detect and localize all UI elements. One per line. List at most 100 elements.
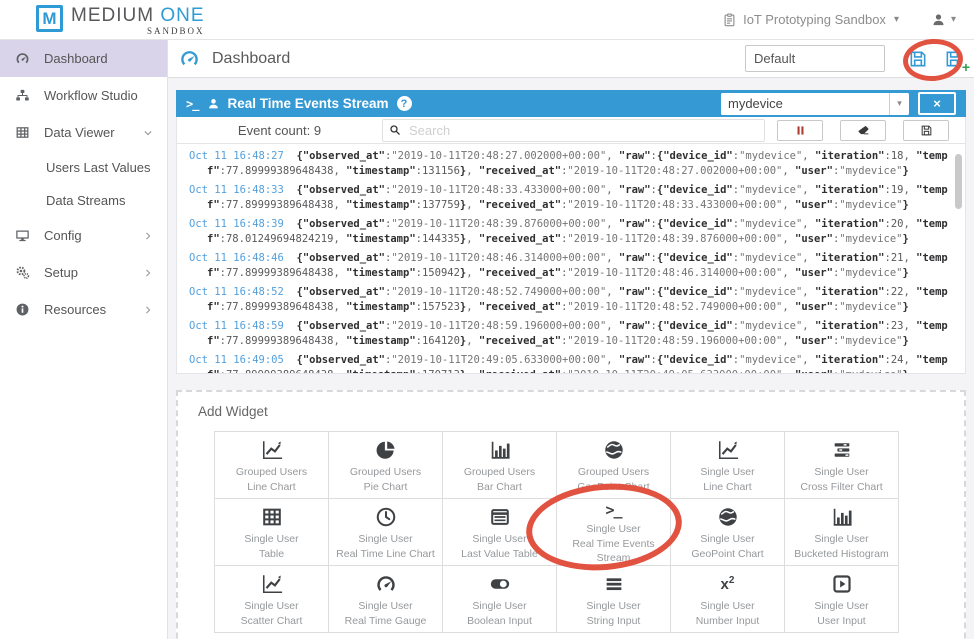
brand-primary: MEDIUM — [71, 5, 154, 26]
events-stream-widget: >_ Real Time Events Stream ? ▾ × Event c… — [176, 90, 966, 374]
widget-option-sublabel: Real Time Gauge — [345, 614, 427, 628]
events-log: Oct 11 16:48:27 {"observed_at":"2019-10-… — [176, 144, 966, 374]
widget-option-label: Single User — [472, 532, 526, 546]
widget-option-single-user-boolean-input[interactable]: Single UserBoolean Input — [443, 566, 557, 633]
sidebar-item-label: Dashboard — [44, 51, 108, 66]
log-list: Oct 11 16:48:27 {"observed_at":"2019-10-… — [183, 149, 951, 374]
widget-title: Real Time Events Stream — [227, 96, 388, 111]
plus-icon: + — [962, 61, 970, 73]
widget-option-single-user-real-time-events-stream[interactable]: >_Single UserReal Time Events Stream — [557, 499, 671, 566]
pause-button[interactable] — [777, 120, 823, 141]
log-entry: Oct 11 16:48:52 {"observed_at":"2019-10-… — [183, 285, 951, 314]
floppy-icon — [908, 49, 928, 69]
sidebar-item-workflow-studio[interactable]: Workflow Studio — [0, 77, 167, 114]
search-input[interactable] — [382, 119, 765, 142]
widget-option-grouped-users-pie-chart[interactable]: Grouped UsersPie Chart — [329, 432, 443, 499]
caret-down-icon[interactable]: ▾ — [894, 14, 899, 25]
geopoint-chart-icon — [715, 505, 741, 529]
event-count-value: 9 — [314, 123, 321, 138]
widget-option-label: Single User — [586, 599, 640, 613]
cross-filter-icon — [829, 438, 855, 462]
device-select[interactable] — [721, 93, 889, 115]
sidebar-item-label: Users Last Values — [46, 160, 151, 175]
widget-option-grouped-users-line-chart[interactable]: Grouped UsersLine Chart — [215, 432, 329, 499]
sidebar-item-config[interactable]: Config — [0, 217, 167, 254]
sidebar-item-data-viewer[interactable]: Data Viewer — [0, 114, 167, 151]
widget-option-sublabel: Real Time Line Chart — [336, 547, 435, 561]
histogram-icon — [829, 505, 855, 529]
widget-option-grouped-users-geopoint-chart[interactable]: Grouped UsersGeoPoint Chart — [557, 432, 671, 499]
workflow-icon — [14, 88, 31, 103]
widget-option-single-user-geopoint-chart[interactable]: Single UserGeoPoint Chart — [671, 499, 785, 566]
add-widget-title: Add Widget — [198, 404, 964, 419]
caret-down-icon: ▾ — [951, 14, 956, 25]
user-menu[interactable]: ▾ — [931, 12, 956, 27]
widget-option-label: Single User — [244, 599, 298, 613]
log-entry: Oct 11 16:48:46 {"observed_at":"2019-10-… — [183, 251, 951, 280]
widget-option-sublabel: Bar Chart — [477, 480, 522, 494]
string-input-icon — [601, 572, 627, 596]
widget-option-label: Single User — [358, 599, 412, 613]
sidebar-item-users-last-values[interactable]: Users Last Values — [0, 151, 167, 184]
terminal-icon: >_ — [186, 97, 198, 111]
chevron-right-icon — [143, 305, 153, 315]
widget-option-single-user-real-time-gauge[interactable]: Single UserReal Time Gauge — [329, 566, 443, 633]
widget-option-label: Grouped Users — [236, 465, 307, 479]
sidebar: Dashboard Workflow StudioData Viewer Users… — [0, 40, 168, 639]
sidebar-item-resources[interactable]: Resources — [0, 291, 167, 328]
scrollbar-thumb[interactable] — [955, 154, 962, 209]
table-icon — [14, 125, 31, 140]
save-dashboard-button[interactable] — [908, 49, 928, 69]
widget-option-label: Single User — [700, 465, 754, 479]
brand-sub: SANDBOX — [71, 26, 205, 36]
dropdown-caret-icon[interactable]: ▾ — [889, 93, 909, 115]
sidebar-item-label: Config — [44, 228, 82, 243]
pie-chart-icon — [373, 438, 399, 462]
event-count: Event count: 9 — [177, 123, 382, 138]
number-input-icon: x2 — [721, 572, 735, 596]
close-widget-button[interactable]: × — [918, 92, 956, 115]
clear-button[interactable] — [840, 120, 886, 141]
monitor-icon — [14, 228, 31, 243]
widget-option-single-user-cross-filter-chart[interactable]: Single UserCross Filter Chart — [785, 432, 899, 499]
geopoint-chart-icon — [601, 438, 627, 462]
widget-option-sublabel: Table — [259, 547, 284, 561]
widget-option-label: Single User — [358, 532, 412, 546]
widget-grid: Grouped UsersLine ChartGrouped UsersPie … — [214, 431, 899, 633]
widget-option-label: Grouped Users — [464, 465, 535, 479]
main-content: Dashboard + >_ Real Time Events Stream ?… — [168, 40, 974, 639]
widget-option-single-user-real-time-line-chart[interactable]: Single UserReal Time Line Chart — [329, 499, 443, 566]
log-entry: Oct 11 16:48:39 {"observed_at":"2019-10-… — [183, 217, 951, 246]
grid-table-icon — [259, 505, 285, 529]
widget-option-single-user-string-input[interactable]: Single UserString Input — [557, 566, 671, 633]
export-button[interactable] — [903, 120, 949, 141]
log-entry: Oct 11 16:48:27 {"observed_at":"2019-10-… — [183, 149, 951, 178]
help-icon[interactable]: ? — [397, 96, 412, 111]
sidebar-item-data-streams[interactable]: Data Streams — [0, 184, 167, 217]
widget-option-single-user-bucketed-histogram[interactable]: Single UserBucketed Histogram — [785, 499, 899, 566]
chevron-down-icon — [143, 128, 153, 138]
gears-icon — [14, 265, 31, 280]
widget-option-sublabel: String Input — [587, 614, 641, 628]
widget-option-single-user-user-input[interactable]: Single UserUser Input — [785, 566, 899, 633]
widget-option-label: Grouped Users — [578, 465, 649, 479]
widget-option-single-user-line-chart[interactable]: Single UserLine Chart — [671, 432, 785, 499]
dashboard-select[interactable] — [745, 45, 885, 72]
sidebar-item-setup[interactable]: Setup — [0, 254, 167, 291]
widget-option-single-user-scatter-chart[interactable]: Single UserScatter Chart — [215, 566, 329, 633]
sidebar-item-dashboard[interactable]: Dashboard — [0, 40, 167, 77]
add-dashboard-button[interactable]: + — [944, 49, 964, 69]
log-entry: Oct 11 16:49:05 {"observed_at":"2019-10-… — [183, 353, 951, 374]
widget-option-single-user-number-input[interactable]: x2Single UserNumber Input — [671, 566, 785, 633]
widget-option-sublabel: Line Chart — [703, 480, 751, 494]
line-chart-icon — [715, 438, 741, 462]
widget-option-single-user-last-value-table[interactable]: Single UserLast Value Table — [443, 499, 557, 566]
toggle-icon — [487, 572, 513, 596]
sandbox-selector[interactable]: IoT Prototyping Sandbox — [743, 12, 886, 27]
widget-option-sublabel: User Input — [817, 614, 865, 628]
line-chart-icon — [259, 438, 285, 462]
widget-option-single-user-table[interactable]: Single UserTable — [215, 499, 329, 566]
sidebar-item-label: Data Streams — [46, 193, 125, 208]
widget-option-sublabel: Scatter Chart — [241, 614, 303, 628]
widget-option-grouped-users-bar-chart[interactable]: Grouped UsersBar Chart — [443, 432, 557, 499]
